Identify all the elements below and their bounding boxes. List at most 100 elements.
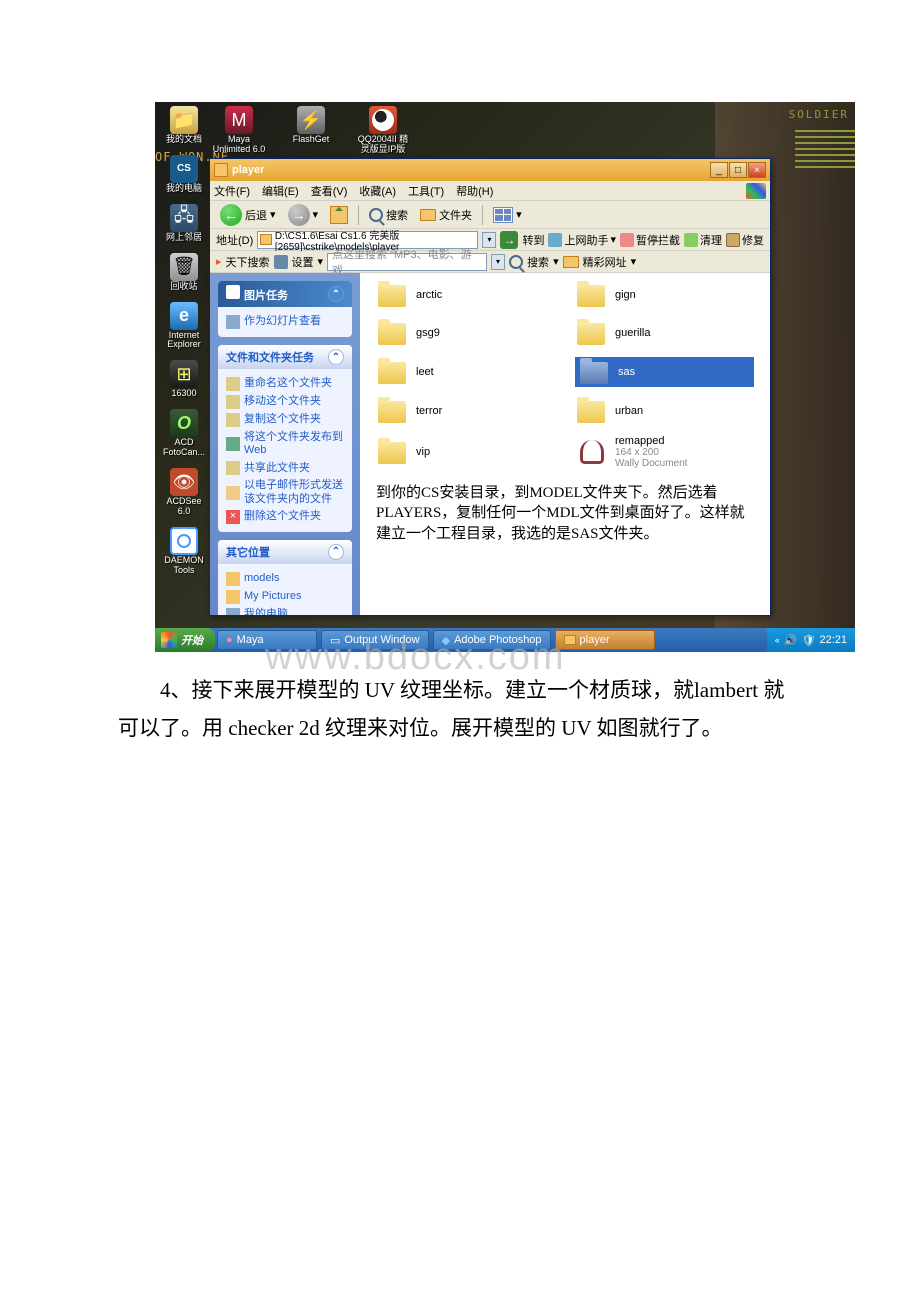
search-button[interactable]: 搜索: [365, 205, 412, 225]
taskbar: 开始 ●Maya ▭Output Window ◆Adobe Photoshop…: [155, 628, 855, 652]
share-task[interactable]: 共享此文件夹: [226, 459, 344, 477]
folder-urban[interactable]: urban: [575, 397, 754, 425]
desktop-icon-docs[interactable]: 📁 我的文档: [161, 106, 207, 145]
helper-label: 上网助手: [564, 232, 608, 248]
maya-label: Maya Unlimited 6.0: [211, 135, 267, 155]
desktop-icon-qq[interactable]: QQ2004II 精灵版显IP版: [355, 106, 411, 155]
folder-label: arctic: [416, 289, 442, 301]
search-dropdown[interactable]: ▾: [491, 254, 505, 270]
menu-view[interactable]: 查看(V): [311, 183, 348, 199]
email-task[interactable]: 以电子邮件形式发送该文件夹内的文件: [226, 477, 344, 507]
folder-gign[interactable]: gign: [575, 281, 754, 309]
desktop-icon-maya[interactable]: M Maya Unlimited 6.0: [211, 106, 267, 155]
links-label[interactable]: 精彩网址: [583, 254, 627, 270]
publish-task[interactable]: 将这个文件夹发布到 Web: [226, 429, 344, 459]
close-button[interactable]: ×: [748, 162, 766, 178]
block-link[interactable]: 暂停拦截: [620, 232, 680, 248]
maximize-button[interactable]: □: [729, 162, 747, 178]
menu-tools[interactable]: 工具(T): [408, 183, 444, 199]
body-paragraph: 4、接下来展开模型的 UV 纹理坐标。建立一个材质球，就lambert 就可以了…: [118, 672, 798, 748]
search-btn-label[interactable]: 搜索: [527, 254, 549, 270]
taskbar-maya[interactable]: ●Maya: [217, 630, 317, 650]
folder-icon: [575, 281, 609, 309]
models-link[interactable]: models: [226, 570, 344, 588]
folder-icon: [376, 397, 410, 425]
menubar: 文件(F) 编辑(E) 查看(V) 收藏(A) 工具(T) 帮助(H): [210, 181, 770, 201]
move-icon: [226, 395, 240, 409]
forward-button[interactable]: → ▾: [284, 202, 323, 228]
folder-guerilla[interactable]: guerilla: [575, 319, 754, 347]
share-icon: [226, 461, 240, 475]
start-button[interactable]: 开始: [155, 628, 215, 652]
acd-label: ACD FotoCan...: [161, 438, 207, 458]
content-area[interactable]: arctic gign gsg9 guerilla leet sas terro…: [360, 273, 770, 615]
maya-icon: ●: [226, 634, 233, 646]
desktop-icon-cs[interactable]: CS 我的电脑: [161, 155, 207, 194]
repair-link[interactable]: 修复: [726, 232, 764, 248]
menu-file[interactable]: 文件(F): [214, 183, 250, 199]
settings-label[interactable]: 设置: [292, 254, 314, 270]
folder-gsg9[interactable]: gsg9: [376, 319, 555, 347]
back-button[interactable]: ← 后退 ▾: [216, 202, 280, 228]
taskbar-photoshop[interactable]: ◆Adobe Photoshop: [433, 630, 551, 650]
folder-terror[interactable]: terror: [376, 397, 555, 425]
explorer-window: player _ □ × 文件(F) 编辑(E) 查看(V) 收藏(A) 工具(…: [209, 158, 771, 616]
overlay-instruction: 到你的CS安装目录，到MODEL文件夹下。然后选着PLAYERS，复制任何一个M…: [376, 483, 754, 544]
start-icon: [161, 632, 177, 648]
folder-label: urban: [615, 405, 643, 417]
wally-icon: [575, 438, 609, 466]
tray-icon[interactable]: 🛡: [802, 634, 816, 647]
address-dropdown[interactable]: ▾: [482, 232, 496, 248]
folder-arctic[interactable]: arctic: [376, 281, 555, 309]
desktop-icon-recycle[interactable]: 🗑 回收站: [161, 253, 207, 292]
minimize-button[interactable]: _: [710, 162, 728, 178]
menu-fav[interactable]: 收藏(A): [359, 183, 396, 199]
mycomputer-link[interactable]: 我的电脑: [226, 606, 344, 615]
clean-link[interactable]: 清理: [684, 232, 722, 248]
move-task[interactable]: 移动这个文件夹: [226, 393, 344, 411]
desktop-icon-16300[interactable]: ⊞ 16300: [161, 360, 207, 399]
taskbar-output[interactable]: ▭Output Window: [321, 630, 429, 650]
menu-help[interactable]: 帮助(H): [456, 183, 493, 199]
tx-icon: ▸: [216, 255, 222, 268]
desktop-icon-ie[interactable]: e Internet Explorer: [161, 302, 207, 351]
toolbar: ← 后退 ▾ → ▾ 搜索 文件夹 ▾: [210, 201, 770, 229]
delete-task[interactable]: ×删除这个文件夹: [226, 508, 344, 526]
go-label: 转到: [522, 232, 544, 248]
search-icon: [369, 208, 383, 222]
slideshow-task[interactable]: 作为幻灯片查看: [226, 313, 344, 331]
desktop-icon-network[interactable]: 🖧 网上邻居: [161, 204, 207, 243]
system-tray[interactable]: « 🔊 🛡 22:21: [767, 628, 855, 652]
other-places-header[interactable]: 其它位置 ⌃: [218, 540, 352, 564]
desktop-icon-acd[interactable]: O ACD FotoCan...: [161, 409, 207, 458]
tray-clock[interactable]: 22:21: [819, 634, 847, 646]
rename-task[interactable]: 重命名这个文件夹: [226, 375, 344, 393]
folder-leet[interactable]: leet: [376, 357, 555, 387]
folder-label: sas: [618, 366, 635, 378]
desktop-icon-flashget[interactable]: ⚡ FlashGet: [283, 106, 339, 155]
taskbar-player[interactable]: player: [555, 630, 655, 650]
file-tasks-header[interactable]: 文件和文件夹任务 ⌃: [218, 345, 352, 369]
file-remapped[interactable]: remapped 164 x 200 Wally Document: [575, 435, 754, 469]
go-button[interactable]: →: [500, 231, 518, 249]
views-button[interactable]: ▾: [489, 205, 526, 225]
helper-link[interactable]: 上网助手▾: [548, 232, 616, 248]
menu-edit[interactable]: 编辑(E): [262, 183, 299, 199]
up-button[interactable]: [326, 204, 352, 226]
desktop-icon-acdsee[interactable]: 👁 ACDSee 6.0: [161, 468, 207, 517]
tray-icon[interactable]: 🔊: [784, 634, 798, 647]
tx-label[interactable]: 天下搜索: [226, 254, 270, 270]
picture-tasks-header[interactable]: 图片任务 ⌃: [218, 281, 352, 307]
desktop-icon-daemon[interactable]: DAEMON Tools: [161, 527, 207, 576]
views-icon: [493, 207, 513, 223]
folders-button[interactable]: 文件夹: [416, 205, 476, 225]
tray-expand-icon[interactable]: «: [775, 635, 780, 645]
folder-sas[interactable]: sas: [575, 357, 754, 387]
titlebar[interactable]: player _ □ ×: [210, 159, 770, 181]
folder-vip[interactable]: vip: [376, 435, 555, 469]
acd-icon: O: [170, 409, 198, 437]
mypics-link[interactable]: My Pictures: [226, 588, 344, 606]
search-input[interactable]: 点这里搜索 "MP3、电影、游戏…: [327, 253, 487, 271]
copy-task[interactable]: 复制这个文件夹: [226, 411, 344, 429]
dropdown-icon: ▾: [516, 208, 522, 221]
